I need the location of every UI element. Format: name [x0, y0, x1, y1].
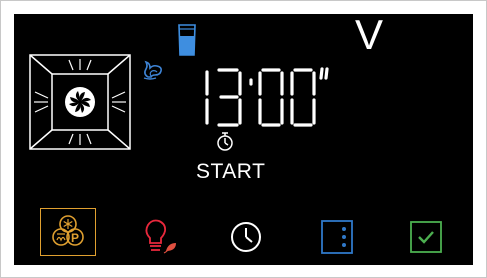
confirm-icon — [410, 221, 442, 253]
time-digits — [205, 67, 329, 127]
start-button[interactable]: START — [196, 160, 265, 184]
time-display: 13:00" — [191, 66, 331, 130]
fan-mode-icon[interactable] — [29, 54, 131, 150]
steam-icon — [139, 52, 169, 82]
water-tank-icon — [176, 22, 198, 58]
confirm-button[interactable] — [409, 220, 443, 254]
svg-text:P: P — [71, 231, 79, 245]
clock-button[interactable] — [229, 220, 263, 254]
menu-button[interactable] — [320, 219, 354, 255]
programs-icon: P — [52, 215, 84, 246]
oven-light-button[interactable] — [138, 218, 178, 256]
level-indicator: V — [355, 11, 384, 58]
clock-icon — [231, 222, 261, 252]
menu-icon — [321, 220, 353, 254]
stopwatch-icon — [215, 130, 235, 157]
programs-button[interactable]: P — [40, 208, 96, 256]
oven-light-icon — [145, 219, 176, 254]
